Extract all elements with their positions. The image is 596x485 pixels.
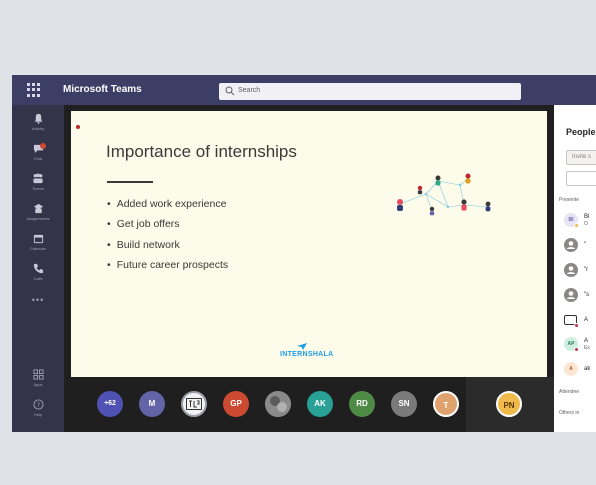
rail-item-activity[interactable]: Activity <box>12 113 64 145</box>
rail-item-calls[interactable]: Calls <box>12 263 64 295</box>
notification-badge <box>40 143 46 149</box>
rail-label: Apps <box>33 382 43 387</box>
person-name: Bl <box>584 214 590 220</box>
bullet-item: Get job offers <box>107 217 228 237</box>
shared-slide: Importance of internships Added work exp… <box>71 111 547 377</box>
search-icon <box>225 86 235 96</box>
teams-window: Microsoft Teams Search Activity Chat Tea… <box>12 75 596 432</box>
title-underline <box>107 181 153 183</box>
person-avatar <box>564 238 578 252</box>
rail-item-teams[interactable]: Teams <box>12 173 64 205</box>
people-panel: People Invite s Presente BI Bl O " "r "s… <box>554 105 596 432</box>
rail-label: Calendar <box>29 246 47 251</box>
person-icon <box>567 241 575 249</box>
participant-avatar[interactable]: M <box>139 391 165 417</box>
rail-item-calendar[interactable]: Calendar <box>12 233 64 265</box>
calendar-icon <box>33 234 43 244</box>
person-name: ak <box>584 366 591 372</box>
photo-avatar-icon <box>265 391 291 417</box>
people-row[interactable]: A ak <box>564 362 596 378</box>
participant-avatar[interactable]: GP <box>223 391 249 417</box>
more-participants-button[interactable]: +62 <box>97 391 123 417</box>
invite-input[interactable]: Invite s <box>566 150 596 165</box>
bell-icon <box>33 113 43 124</box>
participant-search-input[interactable] <box>566 171 596 186</box>
people-row[interactable]: AP A Ex <box>564 337 596 353</box>
bullet-item: Build network <box>107 238 228 258</box>
app-rail: Activity Chat Teams Assignments Calendar… <box>12 105 64 432</box>
person-name: " <box>584 242 587 248</box>
participant-avatar[interactable] <box>265 391 291 417</box>
self-avatar[interactable]: PN <box>496 391 522 417</box>
slide-bullets: Added work experience Get job offers Bui… <box>107 197 228 279</box>
participant-avatar[interactable]: T <box>433 391 459 417</box>
rail-label: Assignments <box>26 216 50 221</box>
participant-avatar[interactable]: RD <box>349 391 375 417</box>
more-apps-icon[interactable]: ••• <box>12 295 64 305</box>
network-people-illustration <box>397 173 491 216</box>
phone-icon <box>33 263 43 274</box>
person-subtitle: Ex <box>584 345 590 351</box>
rail-item-chat[interactable]: Chat <box>12 143 64 175</box>
person-avatar <box>564 263 578 277</box>
rail-label: Activity <box>31 126 45 131</box>
person-avatar: A <box>564 362 578 376</box>
logo-avatar-icon <box>186 398 202 410</box>
rail-label: Help <box>33 412 43 417</box>
app-title: Microsoft Teams <box>63 84 142 95</box>
rail-label: Chat <box>33 156 43 161</box>
teams-icon <box>33 173 43 184</box>
person-icon <box>567 266 575 274</box>
status-busy-icon <box>574 323 579 328</box>
search-placeholder: Search <box>238 87 261 94</box>
people-row[interactable]: "s <box>564 288 596 304</box>
people-panel-title: People <box>566 127 596 137</box>
people-row[interactable]: A <box>564 313 596 329</box>
person-name: "r <box>584 267 589 273</box>
slide-brand: INTERNSHALA <box>280 351 334 358</box>
svg-text:?: ? <box>36 401 39 409</box>
search-input[interactable]: Search <box>219 83 521 100</box>
invite-placeholder: Invite s <box>572 154 592 160</box>
help-icon: ? <box>32 399 44 410</box>
rail-item-assignments[interactable]: Assignments <box>12 203 64 235</box>
meeting-stage: Importance of internships Added work exp… <box>64 105 554 432</box>
slide-title: Importance of internships <box>106 142 297 161</box>
bullet-item: Added work experience <box>107 197 228 217</box>
assignments-icon <box>33 203 43 214</box>
apps-icon <box>32 369 44 380</box>
laser-pointer-dot <box>76 125 80 129</box>
status-busy-icon <box>574 347 579 352</box>
internshala-logo-icon <box>297 343 307 350</box>
person-subtitle: O <box>584 221 588 227</box>
app-launcher-icon[interactable] <box>27 83 41 97</box>
people-row[interactable]: "r <box>564 263 596 279</box>
person-name: A <box>584 338 589 344</box>
people-row[interactable]: " <box>564 238 596 254</box>
attendees-section-header[interactable]: Attendee <box>559 389 579 395</box>
bullet-item: Future career prospects <box>107 258 228 278</box>
others-section-header[interactable]: Others in <box>559 410 579 416</box>
person-icon <box>567 291 575 299</box>
person-avatar <box>564 288 578 302</box>
status-away-icon <box>574 223 579 228</box>
people-row[interactable]: BI Bl O <box>564 213 596 229</box>
presenters-section-header[interactable]: Presente <box>559 197 579 203</box>
participant-avatar[interactable]: SN <box>391 391 417 417</box>
person-name: A <box>584 317 589 323</box>
participant-avatar[interactable] <box>181 391 207 417</box>
rail-label: Teams <box>32 186 44 191</box>
rail-label: Calls <box>33 276 43 281</box>
rail-item-help[interactable]: ? Help <box>12 399 64 431</box>
rail-item-apps[interactable]: Apps <box>12 369 64 401</box>
title-bar: Microsoft Teams Search <box>12 75 596 105</box>
person-name: "s <box>584 292 590 298</box>
participant-strip: +62 M GP AK RD SN T PN <box>64 377 554 432</box>
participant-avatar[interactable]: AK <box>307 391 333 417</box>
